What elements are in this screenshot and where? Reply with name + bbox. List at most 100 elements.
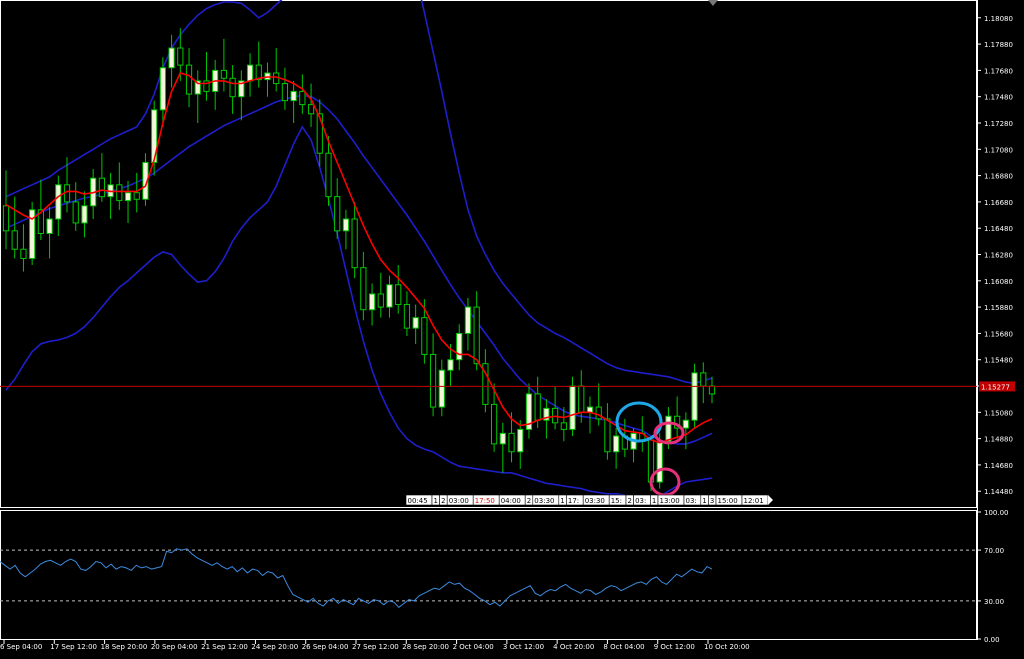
candle[interactable] (20, 224, 27, 272)
candle-body-bear (560, 422, 567, 430)
time-tag-label: 12:01 (744, 497, 764, 505)
candle-body-bear (604, 418, 611, 453)
candle[interactable] (281, 67, 289, 110)
candle[interactable] (229, 65, 236, 114)
candle[interactable] (255, 41, 262, 88)
candle-body-bull (246, 64, 254, 82)
candle[interactable] (273, 48, 280, 92)
candle[interactable] (482, 349, 489, 413)
candle-body-bear (98, 177, 105, 198)
candle[interactable] (116, 162, 123, 210)
candle[interactable] (133, 172, 140, 213)
time-tag-label: 00:45 (408, 497, 428, 505)
time-tag-label: 2 (628, 497, 632, 505)
time-tag-label: 03:00 (449, 497, 469, 505)
candle[interactable] (499, 422, 506, 473)
candle[interactable] (351, 201, 358, 279)
price-tick-label: 1.15480 (984, 357, 1013, 365)
candle[interactable] (438, 359, 445, 417)
time-tag-arrow (768, 495, 773, 505)
candle[interactable] (203, 51, 210, 101)
candle[interactable] (691, 363, 698, 429)
price-tick-label: 1.17880 (984, 41, 1013, 49)
candle[interactable] (578, 370, 585, 423)
candle[interactable] (429, 333, 437, 417)
candle-body-bear (708, 385, 716, 395)
candle[interactable] (360, 251, 367, 321)
candle[interactable] (403, 291, 411, 337)
candle-body-bull (386, 284, 393, 308)
candle[interactable] (334, 178, 341, 239)
candle[interactable] (55, 175, 62, 237)
time-tag-label: 17: (568, 497, 579, 505)
current-price-label: 1.15277 (981, 383, 1010, 391)
time-tag-label: 03: (635, 497, 646, 505)
candle[interactable] (368, 283, 376, 326)
candle[interactable] (107, 172, 114, 219)
candle-body-bear (595, 406, 602, 420)
candle[interactable] (290, 80, 297, 123)
time-axis-label: 2 Oct 04:00 (453, 643, 494, 651)
candle[interactable] (194, 70, 201, 123)
candle[interactable] (456, 324, 463, 371)
candle[interactable] (377, 272, 384, 318)
candle[interactable] (604, 403, 611, 460)
time-tag-label: 03: (686, 497, 697, 505)
candle[interactable] (2, 170, 10, 250)
candle[interactable] (613, 428, 620, 469)
candle-body-bull (517, 428, 524, 453)
chart-shift-marker[interactable] (708, 0, 718, 6)
candle[interactable] (700, 362, 707, 404)
candle[interactable] (299, 74, 306, 114)
candle[interactable] (525, 383, 533, 439)
candle[interactable] (220, 38, 228, 92)
candle[interactable] (316, 99, 323, 167)
candle-body-bull (438, 369, 445, 408)
time-axis-label: 28 Sep 20:00 (402, 643, 449, 651)
candle-body-bull (569, 385, 576, 430)
candle[interactable] (412, 304, 419, 344)
candle-body-bear (11, 230, 18, 250)
price-tick-label: 1.15080 (984, 409, 1013, 417)
candle[interactable] (307, 83, 315, 127)
candle[interactable] (168, 34, 175, 88)
chart-canvas[interactable]: 1.18080 1.17880 1.17680 1.17480 1.17280 1.170… (0, 0, 1024, 655)
candle[interactable] (630, 428, 637, 463)
candle[interactable] (246, 53, 254, 97)
price-tick-label: 1.17480 (984, 94, 1013, 102)
price-tick-label: 1.17680 (984, 67, 1013, 75)
candle[interactable] (517, 420, 524, 469)
candle[interactable] (586, 396, 594, 434)
candle[interactable] (708, 376, 716, 404)
price-tick-label: 1.15680 (984, 330, 1013, 338)
oscillator-tick-label: 0.00 (984, 636, 1000, 644)
candle[interactable] (464, 297, 472, 351)
candle[interactable] (29, 201, 36, 266)
candle[interactable] (386, 275, 393, 318)
candle-body-bear (133, 192, 140, 200)
candle-body-bull (613, 435, 620, 453)
oscillator-tick-label: 100.00 (984, 509, 1009, 517)
candle-body-bear (421, 317, 428, 355)
time-tag-label: 13:00 (660, 497, 680, 505)
candle[interactable] (238, 70, 245, 121)
candle[interactable] (569, 376, 576, 436)
candle[interactable] (90, 169, 97, 219)
candle[interactable] (212, 59, 219, 110)
candle[interactable] (98, 153, 105, 202)
candle[interactable] (72, 182, 79, 231)
candle[interactable] (674, 396, 681, 439)
candle-body-bear (508, 432, 515, 453)
candle[interactable] (46, 207, 53, 259)
candle[interactable] (595, 383, 602, 426)
oscillator-panel-frame (0, 510, 977, 640)
candle-body-bear (377, 293, 384, 308)
candle[interactable] (11, 196, 18, 259)
candle[interactable] (395, 265, 402, 314)
candle-body-bear (281, 83, 289, 102)
candle-body-bull (464, 306, 472, 334)
candle[interactable] (342, 209, 350, 250)
candle[interactable] (264, 62, 271, 97)
chart-window[interactable]: 1.18080 1.17880 1.17680 1.17480 1.17280 1.170… (0, 0, 1024, 655)
time-axis-label: 6 Sep 04:00 (0, 643, 42, 651)
